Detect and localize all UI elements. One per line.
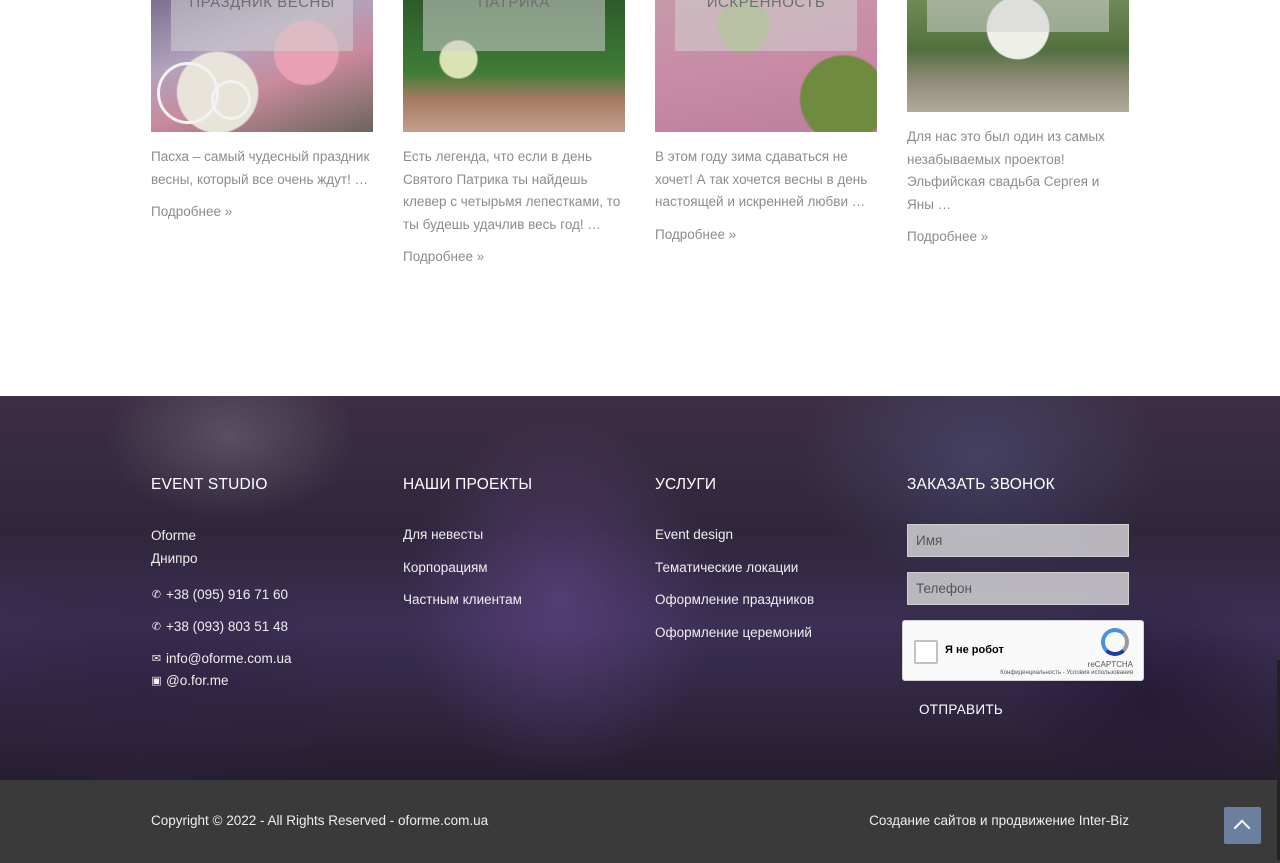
bottom-bar: Copyright © 2022 - All Rights Reserved -… [0,780,1280,863]
card-image[interactable]: ИСКРЕННОСТЬ [655,0,877,132]
email: ✉ info@oforme.com.ua [151,648,373,670]
email-link[interactable]: info@oforme.com.ua [166,648,292,670]
developer-credit-link[interactable]: Создание сайтов и продвижение Inter-Biz [869,813,1129,828]
recaptcha-widget: Я не робот reCAPTCHA Конфиденциальность … [902,620,1144,681]
studio-name: Oforme [151,528,197,543]
card-overlay-title: ПРАЗДНИК ВЕСНЫ [189,0,335,11]
recaptcha-label: Я не робот [945,644,1004,656]
projects-link[interactable]: Для невесты [403,524,625,546]
card-excerpt: В этом году зима сдаваться не хочет! А т… [655,149,868,209]
studio-city: Днипро [151,551,198,566]
footer: EVENT STUDIO Oforme Днипро ✆ +38 (095) 9… [0,396,1280,780]
read-more-link[interactable]: Подробнее » [151,204,232,219]
phone-icon: ✆ [151,588,162,601]
instagram-link[interactable]: @o.for.me [166,670,228,692]
recaptcha-checkbox[interactable] [914,640,938,664]
studio-address: Oforme Днипро [151,524,373,570]
name-input[interactable] [907,524,1129,557]
blog-card: ПАТРИКА Есть легенда, что если в день Св… [403,0,625,266]
recaptcha-terms[interactable]: Конфиденциальность - Условия использован… [1000,670,1133,676]
recaptcha-logo-icon [1101,628,1129,656]
services-link[interactable]: Тематические локации [655,557,877,579]
read-more-link[interactable]: Подробнее » [907,229,988,244]
read-more-link[interactable]: Подробнее » [403,249,484,264]
services-link[interactable]: Оформление праздников [655,589,877,611]
bicycle-wheel-decoration [211,80,251,120]
footer-services-title: УСЛУГИ [655,476,717,493]
footer-studio-title: EVENT STUDIO [151,476,268,493]
footer-projects-title: НАШИ ПРОЕКТЫ [403,476,533,493]
blog-card: Для нас это был один из самых незабываем… [907,0,1129,246]
card-overlay-title: ИСКРЕННОСТЬ [706,0,826,11]
card-image[interactable] [907,0,1129,112]
footer-services-column: УСЛУГИ Event design Тематические локации… [655,476,877,654]
card-image[interactable]: ПАТРИКА [403,0,625,132]
projects-link[interactable]: Корпорациям [403,557,625,579]
recaptcha-brand: reCAPTCHA [1087,660,1133,669]
envelope-icon: ✉ [151,652,162,665]
instagram-icon: ▣ [151,674,162,687]
phone-icon: ✆ [151,620,162,633]
phone-2-link[interactable]: +38 (093) 803 51 48 [166,616,288,638]
footer-projects-column: НАШИ ПРОЕКТЫ Для невесты Корпорациям Час… [403,476,625,622]
card-overlay-title: ПАТРИКА [478,0,550,11]
phone-1-link[interactable]: +38 (095) 916 71 60 [166,584,288,606]
phone-input[interactable] [907,572,1129,605]
phone-1: ✆ +38 (095) 916 71 60 [151,584,373,606]
callback-form: ЗАКАЗАТЬ ЗВОНОК Я не робот reCAPTCHA Кон… [902,476,1144,726]
blog-cards: ПРАЗДНИК ВЕСНЫ Пасха – самый чудесный пр… [151,0,1129,300]
instagram: ▣ @o.for.me [151,670,373,692]
callback-title: ЗАКАЗАТЬ ЗВОНОК [907,476,1055,493]
card-image[interactable]: ПРАЗДНИК ВЕСНЫ [151,0,373,132]
card-overlay [927,0,1109,32]
phone-2: ✆ +38 (093) 803 51 48 [151,616,373,638]
read-more-link[interactable]: Подробнее » [655,227,736,242]
card-excerpt: Для нас это был один из самых незабываем… [907,129,1105,212]
card-excerpt: Есть легенда, что если в день Святого Па… [403,149,621,232]
services-link[interactable]: Event design [655,524,877,546]
blog-card: ПРАЗДНИК ВЕСНЫ Пасха – самый чудесный пр… [151,0,373,221]
scroll-to-top-button[interactable] [1224,807,1261,844]
card-overlay: ПАТРИКА [423,0,605,51]
submit-button[interactable]: ОТПРАВИТЬ [907,693,1015,726]
footer-studio-column: EVENT STUDIO Oforme Днипро ✆ +38 (095) 9… [151,476,373,692]
services-link[interactable]: Оформление церемоний [655,622,877,644]
card-overlay: ИСКРЕННОСТЬ [675,0,857,51]
copyright-text: Copyright © 2022 - All Rights Reserved -… [151,813,489,828]
card-overlay: ПРАЗДНИК ВЕСНЫ [171,0,353,51]
card-excerpt: Пасха – самый чудесный праздник весны, к… [151,149,370,187]
blog-card: ИСКРЕННОСТЬ В этом году зима сдаваться н… [655,0,877,244]
projects-link[interactable]: Частным клиентам [403,589,625,611]
bicycle-wheel-decoration [157,62,219,124]
